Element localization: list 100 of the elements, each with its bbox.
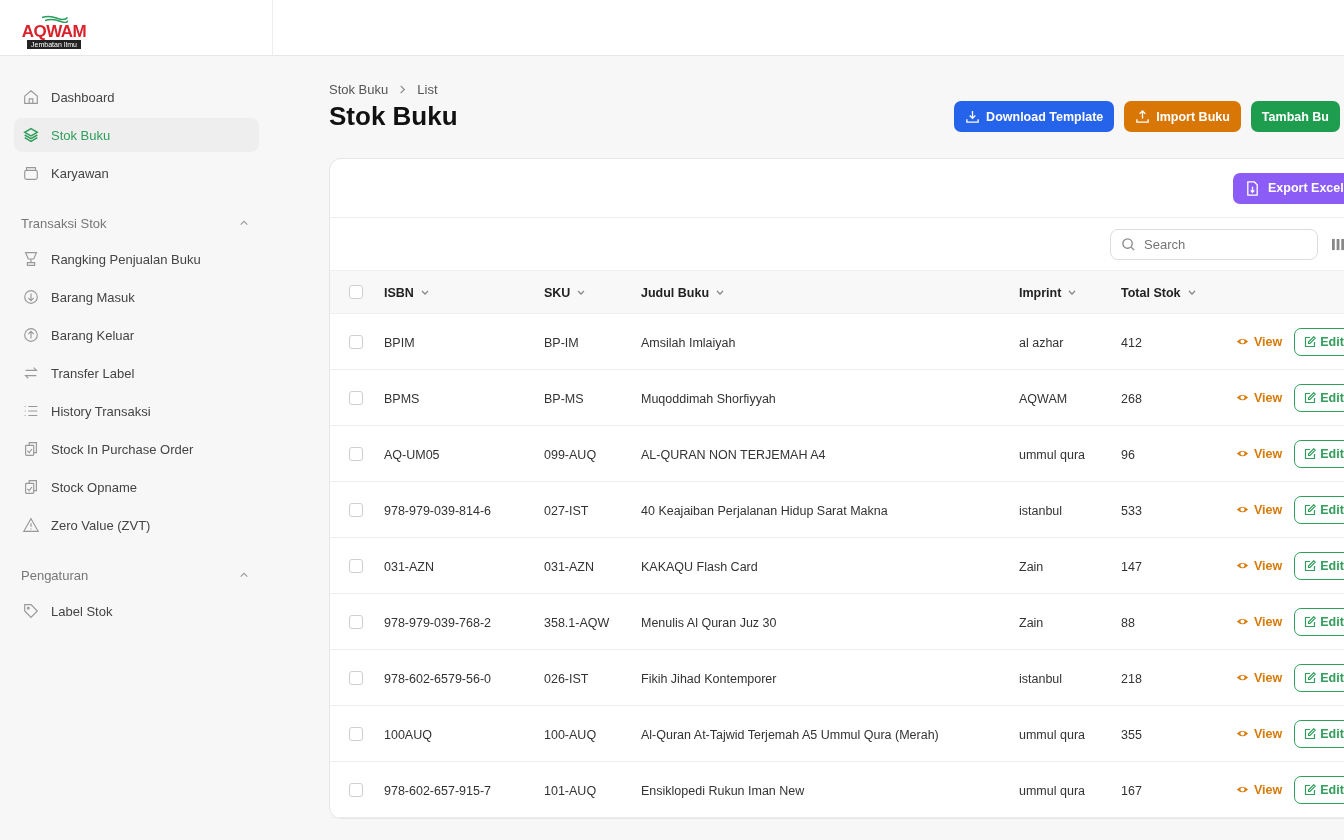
column-header[interactable]: Judul Buku	[641, 286, 726, 300]
table-cell: 96	[1121, 447, 1135, 462]
nav-item[interactable]: Transfer Label	[14, 356, 259, 390]
chevron-up-icon[interactable]	[239, 218, 249, 228]
edit-button[interactable]: Edit	[1294, 663, 1344, 692]
edit-button[interactable]: Edit	[1294, 607, 1344, 636]
table-cell: Menulis Al Quran Juz 30	[641, 615, 777, 630]
down-icon	[22, 288, 40, 306]
edit-icon	[1304, 503, 1317, 516]
nav-item[interactable]: Zero Value (ZVT)	[14, 508, 259, 542]
view-link[interactable]: View	[1236, 390, 1283, 405]
table-cell: 412	[1121, 335, 1142, 350]
page-title: Stok Buku	[329, 101, 458, 132]
clip-icon	[22, 440, 40, 458]
table-cell: Muqoddimah Shorfiyyah	[641, 391, 776, 406]
row-checkbox[interactable]	[349, 502, 363, 517]
view-link[interactable]: View	[1236, 502, 1283, 517]
table-cell: 218	[1121, 671, 1142, 686]
table-cell: Zain	[1019, 559, 1044, 574]
nav-item[interactable]: Stock In Purchase Order	[14, 432, 259, 466]
nav-item[interactable]: Dashboard	[14, 80, 259, 114]
table-cell: istanbul	[1019, 503, 1063, 518]
edit-button[interactable]: Edit	[1294, 551, 1344, 580]
column-header[interactable]: ISBN	[384, 286, 430, 300]
select-all-checkbox[interactable]	[349, 285, 363, 299]
search-icon	[1121, 236, 1136, 252]
nav-item[interactable]: Barang Masuk	[14, 280, 259, 314]
download-icon	[965, 109, 981, 124]
edit-button[interactable]: Edit	[1294, 383, 1344, 412]
table-cell: 100-AUQ	[544, 727, 597, 742]
table-cell: AQ-UM05	[384, 447, 440, 462]
file-download-icon	[1245, 180, 1260, 196]
breadcrumb-link[interactable]: Stok Buku	[329, 82, 389, 97]
export-button[interactable]: Export Excel	[1233, 172, 1344, 204]
column-header[interactable]: Imprint	[1019, 286, 1078, 300]
edit-button[interactable]: Edit	[1294, 495, 1344, 524]
row-checkbox[interactable]	[349, 726, 363, 741]
table-cell: istanbul	[1019, 671, 1063, 686]
nav-item[interactable]: Barang Keluar	[14, 318, 259, 352]
table-cell: ummul qura	[1019, 783, 1085, 798]
table-cell: AQWAM	[1019, 391, 1068, 406]
table-cell: BP-IM	[544, 335, 579, 350]
up-icon	[22, 326, 40, 344]
view-link[interactable]: View	[1236, 334, 1283, 349]
row-checkbox[interactable]	[349, 390, 363, 405]
edit-button[interactable]: Edit	[1294, 719, 1344, 748]
table-cell: BPMS	[384, 391, 420, 406]
edit-icon	[1304, 447, 1317, 460]
header-button[interactable]: Tambah Bu	[1250, 101, 1340, 132]
edit-icon	[1304, 559, 1317, 572]
box-icon	[22, 164, 40, 182]
tag-icon	[22, 602, 40, 620]
upload-icon	[1135, 109, 1151, 124]
search-field[interactable]: Search	[1110, 228, 1318, 260]
view-link[interactable]: View	[1236, 670, 1283, 685]
table-cell: Al-Quran At-Tajwid Terjemah A5 Ummul Qura (Merah)	[641, 727, 939, 742]
table-cell: 358.1-AQW	[544, 615, 610, 630]
table-cell: 40 Keajaiban Perjalanan Hidup Sarat Makna	[641, 503, 888, 518]
layers-icon	[22, 126, 40, 144]
nav-item[interactable]: Karyawan	[14, 156, 259, 190]
nav-item[interactable]: Rangking Penjualan Buku	[14, 242, 259, 276]
table-cell: AL-QURAN NON TERJEMAH A4	[641, 447, 826, 462]
view-link[interactable]: View	[1236, 446, 1283, 461]
nav-item[interactable]: Stok Buku	[14, 118, 259, 152]
view-link[interactable]: View	[1236, 782, 1283, 797]
warning-icon	[22, 516, 40, 534]
swap-icon	[22, 364, 40, 382]
row-checkbox[interactable]	[349, 334, 363, 349]
column-header[interactable]: Total Stok	[1121, 286, 1197, 300]
chevron-up-icon[interactable]	[239, 570, 249, 580]
row-checkbox[interactable]	[349, 614, 363, 629]
edit-icon	[1304, 671, 1317, 684]
row-checkbox[interactable]	[349, 782, 363, 797]
view-link[interactable]: View	[1236, 558, 1283, 573]
table-cell: Amsilah Imlaiyah	[641, 335, 736, 350]
header-button[interactable]: Import Buku	[1124, 101, 1241, 132]
table-cell: 88	[1121, 615, 1135, 630]
table-cell: KAKAQU Flash Card	[641, 559, 758, 574]
table-cell: 978-602-6579-56-0	[384, 671, 492, 686]
row-checkbox[interactable]	[349, 558, 363, 573]
row-checkbox[interactable]	[349, 670, 363, 685]
nav-item[interactable]: Stock Opname	[14, 470, 259, 504]
header-button[interactable]: Download Template	[954, 101, 1115, 132]
table-cell: 100AUQ	[384, 727, 432, 742]
nav-item[interactable]: History Transaksi	[14, 394, 259, 428]
columns-icon[interactable]	[1332, 237, 1344, 251]
table-cell: 027-IST	[544, 503, 589, 518]
row-checkbox[interactable]	[349, 446, 363, 461]
view-link[interactable]: View	[1236, 726, 1283, 741]
edit-button[interactable]: Edit	[1294, 327, 1344, 356]
table-cell: 268	[1121, 391, 1142, 406]
edit-icon	[1304, 727, 1317, 740]
section-title: Pengaturan	[21, 567, 89, 583]
logo-text: AQWAM	[21, 23, 87, 40]
view-link[interactable]: View	[1236, 614, 1283, 629]
edit-button[interactable]: Edit	[1294, 439, 1344, 468]
edit-button[interactable]: Edit	[1294, 775, 1344, 804]
nav-item[interactable]: Label Stok	[14, 594, 259, 628]
column-header[interactable]: SKU	[544, 286, 587, 300]
wave-icon	[39, 15, 69, 23]
